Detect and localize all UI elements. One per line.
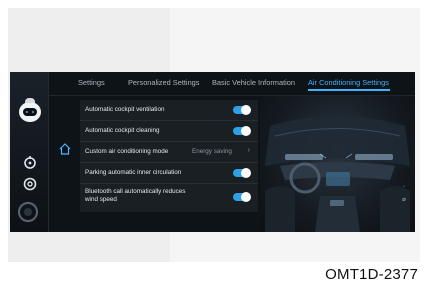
setting-label: Automatic cockpit cleaning: [85, 127, 160, 134]
cleaning-toggle[interactable]: [233, 126, 251, 136]
setting-row-bluetooth-wind-speed: Bluetooth call automatically reduces win…: [80, 184, 258, 211]
fan-icon[interactable]: ◦: [398, 184, 410, 190]
setting-row-inner-circulation: Parking automatic inner circulation: [80, 163, 258, 184]
setting-label: Bluetooth call automatically reduces win…: [85, 188, 186, 203]
ac-mode-value: Energy saving: [192, 148, 232, 155]
car-interior-image: [260, 96, 415, 232]
right-side-controls: ◦ ⌀: [398, 182, 410, 222]
bluetooth-wind-toggle[interactable]: [233, 192, 251, 202]
tab-basic-vehicle-information[interactable]: Basic Vehicle Information: [212, 78, 295, 87]
figure-caption: OMT1D-2377: [325, 266, 418, 283]
chevron-right-icon: ›: [247, 147, 250, 154]
left-rail: [10, 72, 49, 232]
tab-personalized-settings[interactable]: Personalized Settings: [128, 78, 200, 87]
steering-icon[interactable]: [22, 154, 38, 170]
home-icon[interactable]: [58, 142, 72, 156]
setting-row-cockpit-ventilation: Automatic cockpit ventilation: [80, 100, 258, 121]
defrost-icon[interactable]: ⌀: [398, 196, 410, 203]
settings-panel: Automatic cockpit ventilation Automatic …: [80, 100, 258, 212]
location-icon[interactable]: [22, 176, 38, 192]
setting-row-cockpit-cleaning: Automatic cockpit cleaning: [80, 121, 258, 142]
robot-assistant-icon[interactable]: [19, 98, 41, 122]
inner-circulation-toggle[interactable]: [233, 168, 251, 178]
active-tab-indicator: [308, 89, 390, 91]
tab-air-conditioning-settings[interactable]: Air Conditioning Settings: [308, 78, 389, 87]
tab-settings[interactable]: Settings: [78, 78, 105, 87]
setting-label: Custom air conditioning mode: [85, 148, 169, 155]
ventilation-toggle[interactable]: [233, 105, 251, 115]
infotainment-screen: Settings Personalized Settings Basic Veh…: [10, 72, 415, 232]
record-button-icon[interactable]: [18, 202, 38, 222]
setting-row-custom-ac-mode[interactable]: Custom air conditioning mode Energy savi…: [80, 142, 258, 163]
setting-label: Parking automatic inner circulation: [85, 169, 182, 176]
setting-label: Automatic cockpit ventilation: [85, 106, 165, 113]
